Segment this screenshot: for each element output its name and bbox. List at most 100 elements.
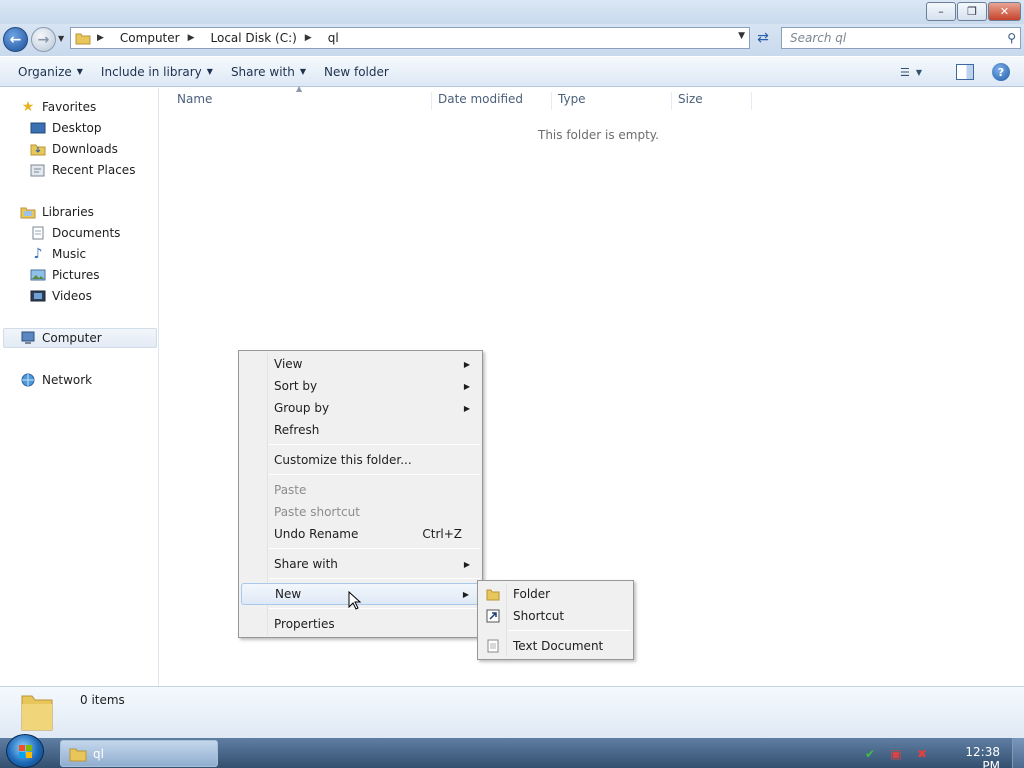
breadcrumb-separator[interactable]: ▶ [188, 33, 203, 43]
new-folder-label: New folder [324, 64, 389, 79]
column-header-type[interactable]: Type [552, 92, 672, 110]
folder-icon [69, 748, 87, 761]
refresh-button[interactable]: ⇄ [752, 27, 774, 49]
organize-button[interactable]: Organize ▼ [9, 57, 92, 86]
nav-desktop[interactable]: Desktop [30, 118, 102, 138]
menu-label: Folder [513, 587, 551, 601]
menu-item-properties[interactable]: Properties [241, 613, 480, 635]
breadcrumb-label: ql [327, 31, 339, 45]
system-tray: ✔ ▣ ✖ [862, 744, 952, 764]
action-center-icon[interactable]: ✔ [862, 746, 878, 762]
address-dropdown-icon[interactable]: ▼ [738, 31, 745, 41]
submenu-arrow-icon: ▶ [463, 381, 470, 391]
search-placeholder: Search ql [790, 31, 847, 45]
close-button[interactable]: ✕ [988, 2, 1021, 21]
mouse-pointer-icon [348, 591, 362, 610]
start-button[interactable] [6, 734, 44, 768]
address-bar[interactable]: ▶ Computer ▶ Local Disk (C:) ▶ ql ▼ [70, 27, 750, 49]
column-label: Name [177, 92, 213, 106]
menu-item-share-with[interactable]: Share with ▶ [241, 553, 480, 575]
change-view-button[interactable]: ☰ ▼ [900, 64, 940, 80]
music-note-icon: ♪ [33, 246, 43, 262]
breadcrumb-separator[interactable]: ▶ [97, 33, 112, 43]
forward-button[interactable]: → [31, 27, 56, 52]
nav-pictures[interactable]: Pictures [30, 265, 100, 285]
volume-muted-icon[interactable]: ✖ [914, 746, 930, 762]
breadcrumb-label: Local Disk (C:) [210, 31, 297, 45]
recent-pages-dropdown[interactable]: ▼ [58, 34, 68, 44]
menu-separator [269, 608, 480, 609]
include-in-library-button[interactable]: Include in library ▼ [92, 57, 222, 86]
nav-label: Videos [52, 289, 92, 303]
breadcrumb-computer[interactable]: Computer [120, 31, 180, 45]
libraries-icon [20, 207, 36, 219]
nav-favorites[interactable]: ★ Favorites [20, 97, 97, 117]
chevron-down-icon: ▼ [206, 67, 213, 76]
breadcrumb-local-disk[interactable]: Local Disk (C:) [211, 31, 297, 45]
menu-item-group-by[interactable]: Group by ▶ [241, 397, 480, 419]
details-pane [0, 686, 1024, 738]
submenu-item-folder[interactable]: Folder [480, 583, 631, 605]
search-input[interactable]: Search ql ⚲ [781, 27, 1021, 49]
computer-icon [21, 331, 35, 344]
chevron-down-icon: ▼ [76, 67, 83, 76]
menu-item-undo-rename[interactable]: Undo Rename Ctrl+Z [241, 523, 480, 545]
details-view-icon: ☰ [900, 65, 910, 79]
submenu-item-shortcut[interactable]: Shortcut [480, 605, 631, 627]
menu-item-view[interactable]: View ▶ [241, 353, 480, 375]
desktop-icon [30, 122, 46, 134]
breadcrumb-ql[interactable]: ql [328, 31, 339, 45]
menu-label: Properties [274, 617, 335, 631]
network-status-icon[interactable]: ▣ [888, 746, 904, 762]
maximize-button[interactable]: ❐ [957, 2, 987, 21]
clock[interactable]: 12:38 PM [948, 745, 1000, 768]
taskbar-explorer-button[interactable]: ql [60, 740, 218, 767]
documents-icon [32, 226, 44, 240]
include-in-library-label: Include in library [100, 64, 202, 79]
nav-downloads[interactable]: Downloads [30, 139, 118, 159]
star-icon: ★ [21, 99, 35, 115]
network-icon [21, 373, 35, 387]
menu-item-customize-folder[interactable]: Customize this folder... [241, 449, 480, 471]
organize-label: Organize [18, 64, 72, 79]
share-with-label: Share with [230, 64, 295, 79]
breadcrumb-separator[interactable]: ▶ [305, 33, 320, 43]
folder-icon [21, 695, 53, 731]
nav-label: Downloads [52, 142, 118, 156]
search-icon[interactable]: ⚲ [1007, 31, 1016, 45]
chevron-down-icon: ▼ [299, 67, 306, 76]
nav-recent-places[interactable]: Recent Places [30, 160, 135, 180]
preview-pane-button[interactable] [956, 64, 974, 80]
submenu-item-text-document[interactable]: Text Document [480, 635, 631, 657]
nav-label: Music [52, 247, 87, 261]
column-label: Date modified [438, 92, 524, 106]
empty-folder-message: This folder is empty. [538, 128, 659, 142]
menu-item-paste-shortcut: Paste shortcut [241, 501, 480, 523]
share-with-button[interactable]: Share with ▼ [222, 57, 315, 86]
nav-computer[interactable]: Computer [3, 328, 157, 348]
command-bar: Organize ▼ Include in library ▼ Share with… [0, 57, 1024, 87]
nav-libraries[interactable]: Libraries [20, 202, 94, 222]
menu-label: Share with [274, 557, 338, 571]
nav-network[interactable]: Network [20, 370, 92, 390]
column-header-date-modified[interactable]: Date modified [432, 92, 552, 110]
keyboard-shortcut: Ctrl+Z [422, 527, 462, 541]
menu-separator [269, 444, 480, 445]
back-button[interactable]: ← [3, 27, 28, 52]
column-header-size[interactable]: Size [672, 92, 752, 110]
help-button[interactable]: ? [992, 63, 1010, 81]
minimize-button[interactable]: – [926, 2, 956, 21]
show-desktop-button[interactable] [1012, 738, 1024, 768]
menu-label: New [275, 587, 302, 601]
nav-videos[interactable]: Videos [30, 286, 92, 306]
menu-item-refresh[interactable]: Refresh [241, 419, 480, 441]
menu-item-sort-by[interactable]: Sort by ▶ [241, 375, 480, 397]
chevron-down-icon: ▼ [915, 67, 923, 77]
menu-label: Sort by [274, 379, 318, 393]
nav-music[interactable]: ♪ Music [30, 244, 87, 264]
pictures-icon [30, 269, 46, 281]
new-folder-button[interactable]: New folder [315, 57, 398, 86]
submenu-arrow-icon: ▶ [463, 403, 470, 413]
column-header-name[interactable]: Name [171, 92, 432, 110]
nav-documents[interactable]: Documents [30, 223, 120, 243]
